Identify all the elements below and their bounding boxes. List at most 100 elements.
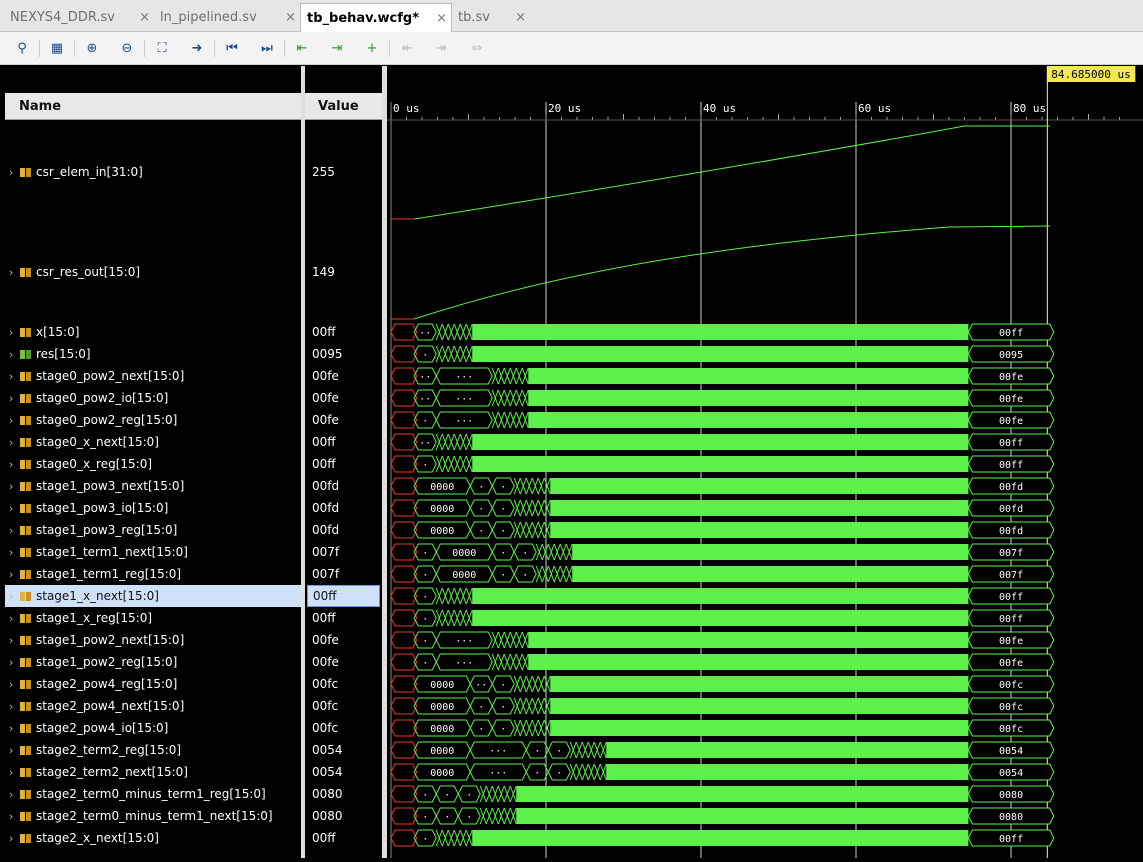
chevron-right-icon[interactable]: › bbox=[5, 266, 19, 279]
signal-row[interactable]: › stage0_x_reg[15:0] bbox=[5, 453, 301, 475]
search-icon[interactable]: ⚲ bbox=[12, 38, 32, 58]
signal-row[interactable]: › stage2_term0_minus_term1_reg[15:0] bbox=[5, 783, 301, 805]
chevron-right-icon[interactable]: › bbox=[5, 788, 19, 801]
signal-row[interactable]: › stage2_term2_reg[15:0] bbox=[5, 739, 301, 761]
tab-ln-pipelined[interactable]: ln_pipelined.sv × bbox=[154, 3, 300, 31]
chevron-right-icon[interactable]: › bbox=[5, 832, 19, 845]
chevron-right-icon[interactable]: › bbox=[5, 766, 19, 779]
chevron-right-icon[interactable]: › bbox=[5, 436, 19, 449]
close-icon[interactable]: × bbox=[285, 10, 296, 25]
chevron-right-icon[interactable]: › bbox=[5, 810, 19, 823]
signal-row[interactable]: › x[15:0] bbox=[5, 321, 301, 343]
signal-row[interactable]: › stage1_x_next[15:0] bbox=[5, 585, 301, 607]
chevron-right-icon[interactable]: › bbox=[5, 502, 19, 515]
signal-row[interactable]: › stage1_term1_next[15:0] bbox=[5, 541, 301, 563]
add-marker-icon[interactable]: + bbox=[362, 38, 382, 58]
chevron-right-icon[interactable]: › bbox=[5, 700, 19, 713]
next-transition-icon[interactable]: ⇥ bbox=[327, 38, 347, 58]
undefined-x-segment bbox=[390, 323, 418, 341]
chevron-right-icon[interactable]: › bbox=[5, 524, 19, 537]
chevron-right-icon[interactable]: › bbox=[5, 590, 19, 603]
waveform-canvas[interactable]: 0 us 20 us 40 us 60 us 80 us 84.685000 us ·· 00… bbox=[387, 66, 1143, 858]
chevron-right-icon[interactable]: › bbox=[5, 370, 19, 383]
bus-segment-value: · bbox=[500, 570, 506, 581]
tab-tb-behav-wcfg[interactable]: tb_behav.wcfg* × bbox=[300, 3, 452, 33]
signal-row[interactable]: › stage1_pow3_io[15:0] bbox=[5, 497, 301, 519]
prev-marker-icon[interactable]: ↞ bbox=[397, 38, 417, 58]
signal-row[interactable]: › stage2_pow4_io[15:0] bbox=[5, 717, 301, 739]
bus-segment-value: · bbox=[422, 460, 428, 471]
bus-transition bbox=[509, 367, 517, 385]
signal-row[interactable]: › stage1_pow2_reg[15:0] bbox=[5, 651, 301, 673]
zoom-out-icon[interactable]: ⊖ bbox=[117, 38, 137, 58]
chevron-right-icon[interactable]: › bbox=[5, 744, 19, 757]
signal-value: 0080 bbox=[312, 787, 343, 801]
bus-transition bbox=[537, 697, 545, 715]
name-column-header[interactable]: Name bbox=[5, 93, 301, 120]
signal-row[interactable]: › stage0_pow2_io[15:0] bbox=[5, 387, 301, 409]
bus-transition bbox=[465, 609, 473, 627]
bus-transition bbox=[441, 433, 449, 451]
chevron-right-icon[interactable]: › bbox=[5, 392, 19, 405]
bus-segment-value: ·· bbox=[419, 372, 431, 383]
chevron-right-icon[interactable]: › bbox=[5, 546, 19, 559]
signal-row[interactable]: › stage0_x_next[15:0] bbox=[5, 431, 301, 453]
signal-value: 00fc bbox=[312, 677, 339, 691]
chevron-right-icon[interactable]: › bbox=[5, 634, 19, 647]
goto-start-icon[interactable]: ⏮ bbox=[222, 38, 242, 58]
chevron-right-icon[interactable]: › bbox=[5, 722, 19, 735]
chevron-right-icon[interactable]: › bbox=[5, 458, 19, 471]
bus-segment-value: · bbox=[500, 680, 506, 691]
signal-row[interactable]: › stage2_term0_minus_term1_next[15:0] bbox=[5, 805, 301, 827]
bus-signal-icon bbox=[19, 833, 33, 844]
signal-row[interactable]: › csr_res_out[15:0] bbox=[5, 261, 301, 283]
tab-tb-sv[interactable]: tb.sv × bbox=[452, 3, 530, 31]
zoom-fit-icon[interactable]: ⛶ bbox=[152, 38, 172, 58]
chevron-right-icon[interactable]: › bbox=[5, 656, 19, 669]
close-icon[interactable]: × bbox=[436, 11, 447, 26]
signal-row[interactable]: › stage2_pow4_reg[15:0] bbox=[5, 673, 301, 695]
close-icon[interactable]: × bbox=[139, 10, 150, 25]
value-column-header[interactable]: Value bbox=[305, 93, 382, 120]
chevron-right-icon[interactable]: › bbox=[5, 414, 19, 427]
signal-row[interactable]: › stage1_pow3_reg[15:0] bbox=[5, 519, 301, 541]
signal-row[interactable]: › stage0_pow2_next[15:0] bbox=[5, 365, 301, 387]
signal-row[interactable]: › stage1_pow2_next[15:0] bbox=[5, 629, 301, 651]
goto-cursor-icon[interactable]: ➜ bbox=[187, 38, 207, 58]
chevron-right-icon[interactable]: › bbox=[5, 480, 19, 493]
signal-row[interactable]: › stage1_pow3_next[15:0] bbox=[5, 475, 301, 497]
signal-name: stage2_pow4_next[15:0] bbox=[36, 699, 185, 713]
chevron-right-icon[interactable]: › bbox=[5, 326, 19, 339]
signal-name: stage2_x_next[15:0] bbox=[36, 831, 159, 845]
bus-active-region bbox=[472, 324, 969, 340]
chevron-right-icon[interactable]: › bbox=[5, 348, 19, 361]
zoom-in-icon[interactable]: ⊕ bbox=[82, 38, 102, 58]
bus-signal-icon bbox=[19, 613, 33, 624]
bus-segment-value: ··· bbox=[455, 636, 473, 647]
signal-row[interactable]: › res[15:0] bbox=[5, 343, 301, 365]
signal-row[interactable]: › stage1_x_reg[15:0] bbox=[5, 607, 301, 629]
waveform-svg[interactable]: 0 us 20 us 40 us 60 us 80 us84.685000 us·· 00… bbox=[387, 66, 1143, 858]
bus-transition bbox=[447, 587, 455, 605]
signal-row[interactable]: › stage2_pow4_next[15:0] bbox=[5, 695, 301, 717]
goto-end-icon[interactable]: ⏭ bbox=[257, 38, 277, 58]
signal-row[interactable]: › stage2_term2_next[15:0] bbox=[5, 761, 301, 783]
chevron-right-icon[interactable]: › bbox=[5, 166, 19, 179]
tab-nexys4-ddr[interactable]: NEXYS4_DDR.sv × bbox=[4, 3, 154, 31]
swap-cursors-icon[interactable]: ⇔ bbox=[467, 38, 487, 58]
signal-row[interactable]: › stage1_term1_reg[15:0] bbox=[5, 563, 301, 585]
bus-transition bbox=[441, 455, 449, 473]
save-icon[interactable]: ▦ bbox=[47, 38, 67, 58]
next-marker-icon[interactable]: ↠ bbox=[432, 38, 452, 58]
prev-transition-icon[interactable]: ⇤ bbox=[292, 38, 312, 58]
chevron-right-icon[interactable]: › bbox=[5, 612, 19, 625]
chevron-right-icon[interactable]: › bbox=[5, 568, 19, 581]
bus-transition bbox=[543, 719, 551, 737]
signal-row[interactable]: › stage2_x_next[15:0] bbox=[5, 827, 301, 849]
signal-row[interactable]: › stage0_pow2_reg[15:0] bbox=[5, 409, 301, 431]
close-icon[interactable]: × bbox=[515, 10, 526, 25]
bus-segment-value: 0000 bbox=[452, 570, 476, 581]
signal-row[interactable]: › csr_elem_in[31:0] bbox=[5, 161, 301, 183]
csr-elem-in-trace bbox=[391, 125, 1050, 220]
chevron-right-icon[interactable]: › bbox=[5, 678, 19, 691]
